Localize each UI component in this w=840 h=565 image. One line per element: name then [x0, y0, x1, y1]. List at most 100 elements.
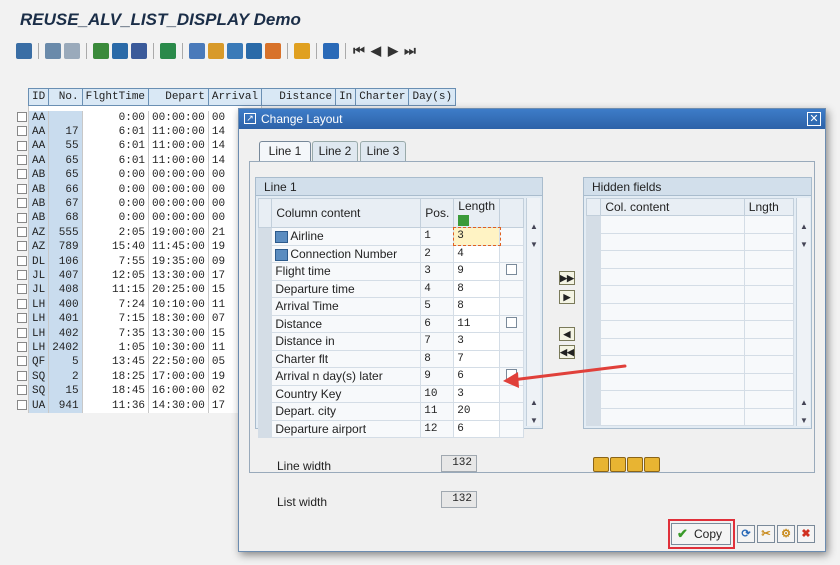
row-selector[interactable]	[585, 337, 602, 356]
list-item[interactable]	[585, 215, 795, 234]
hidden-content-cell[interactable]	[600, 215, 745, 234]
list-column-header[interactable]: Depart	[148, 88, 209, 106]
scroll-down-icon[interactable]: ▼	[529, 240, 539, 250]
deselect-all-icon[interactable]	[64, 43, 80, 59]
print-preview-icon[interactable]	[208, 43, 224, 59]
row-selector[interactable]	[585, 285, 602, 304]
sort-asc-icon[interactable]	[593, 457, 609, 472]
checkbox[interactable]	[17, 270, 27, 281]
row-select-checkbox[interactable]	[16, 110, 29, 125]
list-column-header[interactable]: ID	[27, 88, 50, 106]
move-all-left-button[interactable]: ◀◀	[559, 345, 575, 359]
column-content-cell[interactable]: Depart. city	[271, 402, 422, 421]
checkbox[interactable]	[17, 198, 27, 209]
row-selector[interactable]	[585, 355, 602, 374]
sort-desc-icon[interactable]	[112, 43, 128, 59]
sum-checkbox-cell[interactable]	[499, 262, 524, 281]
scroll-down-icon[interactable]: ▼	[799, 416, 809, 426]
next-page-icon[interactable]: ▶	[386, 43, 400, 59]
row-selector[interactable]	[257, 279, 273, 298]
sort-desc-icon[interactable]	[610, 457, 626, 472]
filter-icon[interactable]	[131, 43, 147, 59]
checkbox[interactable]	[17, 111, 27, 122]
checkbox[interactable]	[17, 313, 27, 324]
find-next-icon[interactable]	[644, 457, 660, 472]
checkbox[interactable]	[17, 140, 27, 151]
checkbox[interactable]	[17, 183, 27, 194]
length-input[interactable]: 6	[453, 419, 501, 438]
list-item[interactable]	[585, 372, 795, 391]
tab-line-3[interactable]: Line 3	[360, 141, 406, 161]
tab-line-1[interactable]: Line 1	[259, 141, 311, 162]
hidden-content-cell[interactable]	[600, 250, 745, 269]
list-item[interactable]: Departure time 4 8	[257, 279, 524, 298]
row-selector[interactable]	[585, 232, 602, 251]
list-column-header[interactable]: No.	[48, 88, 83, 106]
checkbox[interactable]	[17, 212, 27, 223]
hidden-content-cell[interactable]	[600, 232, 745, 251]
list-item[interactable]: Distance 6 11	[257, 314, 524, 333]
cancel-icon[interactable]: ✖	[797, 525, 815, 543]
scroll-up-icon[interactable]: ▲	[529, 222, 539, 232]
checkbox[interactable]	[17, 241, 27, 252]
tab-line-2[interactable]: Line 2	[312, 141, 358, 161]
column-content-cell[interactable]: Flight time	[271, 262, 422, 281]
word-icon[interactable]	[246, 43, 262, 59]
checkbox[interactable]	[17, 126, 27, 137]
list-column-header[interactable]: In	[335, 88, 357, 106]
length-input[interactable]: 7	[453, 349, 501, 368]
list-item[interactable]: Airline 1 3	[257, 226, 524, 246]
last-page-icon[interactable]: ⏭	[403, 43, 417, 59]
list-column-header[interactable]: Distance	[261, 88, 337, 106]
row-selector[interactable]	[585, 250, 602, 269]
checkbox[interactable]	[506, 264, 518, 276]
row-select-checkbox[interactable]	[16, 283, 29, 298]
checkbox[interactable]	[17, 298, 27, 309]
checkbox[interactable]	[17, 385, 27, 396]
hidden-length-cell[interactable]	[743, 250, 795, 269]
column-content-cell[interactable]: Charter flt	[271, 349, 422, 368]
row-selector[interactable]	[257, 349, 273, 368]
row-selector[interactable]	[257, 314, 273, 333]
list-item[interactable]: Arrival Time 5 8	[257, 297, 524, 316]
select-all-cell[interactable]	[585, 198, 602, 216]
row-selector[interactable]	[257, 384, 273, 403]
row-selector[interactable]	[585, 320, 602, 339]
layout-icon[interactable]	[265, 43, 281, 59]
column-content-cell[interactable]: Arrival n day(s) later	[271, 367, 422, 386]
row-select-checkbox[interactable]	[16, 168, 29, 183]
close-icon[interactable]: ✕	[807, 112, 821, 126]
length-input[interactable]: 6	[453, 367, 501, 386]
move-all-right-button[interactable]: ▶▶	[559, 271, 575, 285]
list-item[interactable]: Arrival n day(s) later 9 6	[257, 367, 524, 386]
checkbox[interactable]	[17, 399, 27, 410]
checkbox[interactable]	[17, 370, 27, 381]
list-item[interactable]: Flight time 3 9	[257, 262, 524, 281]
row-selector[interactable]	[585, 372, 602, 391]
hidden-fields-scrollbar[interactable]: ▲ ▼ ▲ ▼	[796, 198, 810, 426]
row-select-checkbox[interactable]	[16, 340, 29, 356]
sort-asc-icon[interactable]	[93, 43, 109, 59]
subtotal-icon[interactable]	[189, 43, 205, 59]
row-select-checkbox[interactable]	[16, 311, 29, 327]
length-input[interactable]: 20	[453, 402, 501, 421]
column-content-cell[interactable]: Distance	[271, 314, 422, 333]
cut-icon[interactable]: ✂	[757, 525, 775, 543]
details-icon[interactable]	[16, 43, 32, 59]
row-select-checkbox[interactable]	[16, 268, 29, 284]
hidden-content-cell[interactable]	[600, 285, 745, 304]
checkbox[interactable]	[17, 255, 27, 266]
scroll-up-icon[interactable]: ▲	[799, 398, 809, 408]
list-item[interactable]: Charter flt 8 7	[257, 349, 524, 368]
grid-icon[interactable]	[294, 43, 310, 59]
hidden-content-cell[interactable]	[600, 355, 745, 374]
length-input[interactable]: 11	[453, 314, 501, 333]
list-item[interactable]: Distance in 7 3	[257, 332, 524, 351]
hidden-length-cell[interactable]	[743, 355, 795, 374]
refresh-icon[interactable]: ⟳	[737, 525, 755, 543]
find-icon[interactable]	[627, 457, 643, 472]
list-column-header[interactable]: FlghtTime	[81, 88, 150, 106]
row-selector[interactable]	[257, 332, 273, 351]
hidden-length-cell[interactable]	[743, 320, 795, 339]
column-content-cell[interactable]: Arrival Time	[271, 297, 422, 316]
